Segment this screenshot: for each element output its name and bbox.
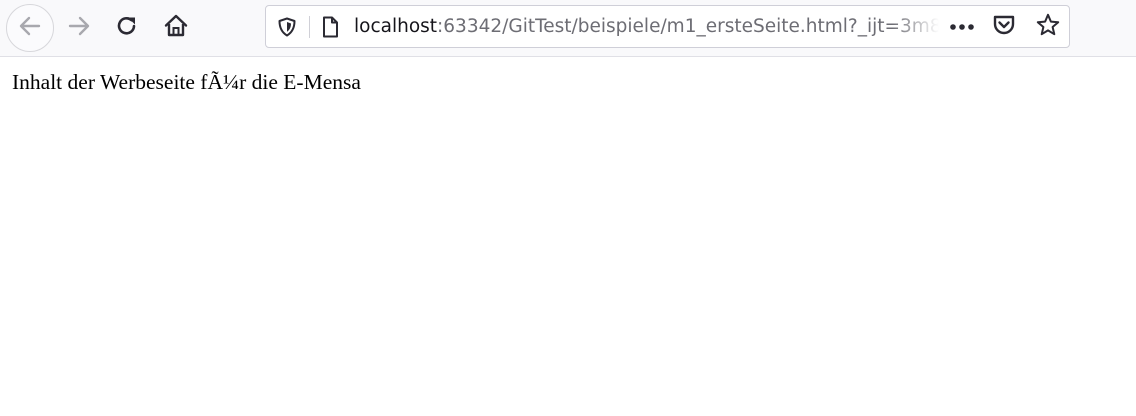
pocket-button[interactable] [989, 13, 1019, 41]
more-icon [949, 18, 975, 36]
url-host: localhost [354, 16, 438, 37]
home-button[interactable] [154, 6, 198, 50]
reload-icon [114, 13, 140, 44]
home-icon [162, 12, 190, 45]
star-icon [1035, 12, 1061, 43]
url-divider [309, 16, 310, 38]
back-button[interactable] [6, 4, 54, 52]
forward-arrow-icon [65, 12, 93, 45]
pocket-icon [991, 13, 1017, 42]
more-button[interactable] [947, 13, 977, 41]
page-icon[interactable] [317, 14, 343, 40]
forward-button[interactable] [57, 6, 101, 50]
shield-icon[interactable] [274, 14, 300, 40]
url-path: :63342/GitTest/beispiele/m1_ersteSeite.h… [437, 16, 939, 37]
back-arrow-icon [16, 12, 44, 45]
page-content-text: Inhalt der Werbeseite fÃ¼r die E-Mensa [12, 70, 361, 94]
address-bar[interactable]: localhost:63342/GitTest/beispiele/m1_ers… [265, 5, 1070, 48]
reload-button[interactable] [105, 6, 149, 50]
bookmark-button[interactable] [1033, 13, 1063, 41]
browser-toolbar: localhost:63342/GitTest/beispiele/m1_ers… [0, 0, 1136, 57]
url-text[interactable]: localhost:63342/GitTest/beispiele/m1_ers… [354, 6, 939, 47]
